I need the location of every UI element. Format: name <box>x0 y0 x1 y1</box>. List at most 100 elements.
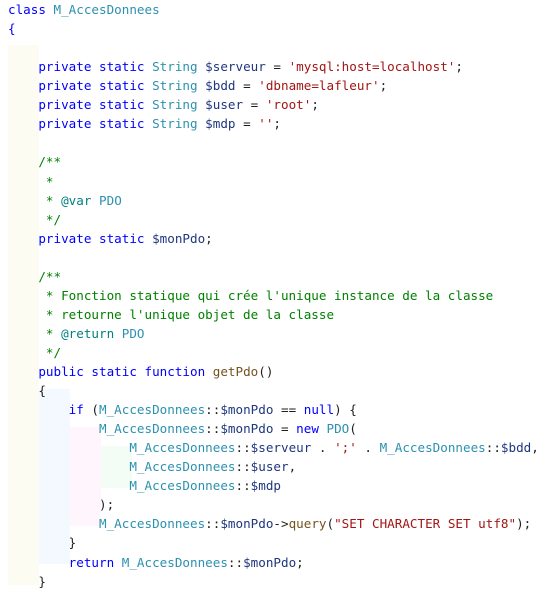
code-line: /** <box>8 152 61 171</box>
code-token: { <box>8 21 16 37</box>
code-token: $bdd <box>500 440 532 456</box>
code-token: :: <box>205 421 221 437</box>
code-token: @return <box>61 325 115 341</box>
code-token: */ <box>38 211 62 227</box>
code-token: :: <box>235 440 251 456</box>
code-token: M_AccesDonnees <box>99 421 206 437</box>
code-token: ; <box>273 116 282 132</box>
code-token: M_AccesDonnees <box>379 440 486 456</box>
code-line: } <box>8 533 77 552</box>
code-line: private static $monPdo; <box>8 229 213 248</box>
code-line: */ <box>8 343 61 362</box>
code-token: private static <box>38 230 153 246</box>
code-token: PDO <box>326 421 350 437</box>
code-token: = <box>273 421 297 437</box>
code-token: = <box>235 116 259 132</box>
code-token: :: <box>227 554 244 570</box>
code-token: = <box>243 97 266 113</box>
code-line: if (M_AccesDonnees::$monPdo == null) { <box>8 400 357 419</box>
code-token: ; <box>296 554 304 570</box>
code-token: */ <box>38 344 62 360</box>
code-line: * retourne l'unique objet de la classe <box>8 305 334 324</box>
code-token: M_AccesDonnees <box>129 478 236 494</box>
code-token: ; <box>379 78 388 94</box>
code-token: '' <box>258 116 274 132</box>
code-token: $user <box>250 459 289 475</box>
code-token: , <box>288 459 297 475</box>
code-token: :: <box>485 440 501 456</box>
code-token: { <box>38 383 46 398</box>
code-token: * <box>38 192 62 208</box>
code-token: ( <box>326 516 335 532</box>
code-token: ';' <box>334 440 357 456</box>
code-token: getPdo <box>212 363 259 379</box>
code-token: ( <box>91 402 100 418</box>
code-token: M_AccesDonnees <box>53 2 160 17</box>
code-editor[interactable]: class M_AccesDonnees { private static Str… <box>0 0 552 594</box>
code-token: * retourne l'unique objet de la classe <box>38 306 335 322</box>
code-token: * <box>38 325 62 341</box>
code-token: if <box>68 402 92 418</box>
code-token: :: <box>205 516 221 532</box>
code-line: M_AccesDonnees::$monPdo = new PDO( <box>8 419 357 438</box>
code-token: PDO <box>99 192 122 208</box>
code-line: private static String $serveur = 'mysql:… <box>8 57 463 76</box>
code-token: M_AccesDonnees <box>129 459 236 475</box>
code-token: PDO <box>121 325 145 341</box>
code-token: $serveur <box>250 440 312 456</box>
code-token: private static <box>38 97 153 113</box>
code-line: * Fonction statique qui crée l'unique in… <box>8 286 493 305</box>
code-token: private static <box>38 116 153 132</box>
code-line: M_AccesDonnees::$serveur . ';' . M_Acces… <box>8 438 539 457</box>
code-token: ; <box>205 230 213 246</box>
code-token: ; <box>311 97 319 113</box>
code-line: */ <box>8 210 61 229</box>
code-token: () <box>258 363 274 379</box>
code-line: * <box>8 172 54 191</box>
code-line: ); <box>8 495 114 514</box>
code-token: . <box>311 440 335 456</box>
code-line: M_AccesDonnees::$mdp <box>8 476 281 495</box>
code-line: M_AccesDonnees::$monPdo->query("SET CHAR… <box>8 514 531 533</box>
code-token: M_AccesDonnees <box>129 440 236 456</box>
code-token: = <box>235 78 259 94</box>
code-token: $monPdo <box>243 554 297 570</box>
code-token: ); <box>516 516 532 532</box>
code-token: private static <box>38 59 153 75</box>
code-token: 'dbname=lafleur' <box>258 78 380 94</box>
code-token: "SET CHARACTER SET utf8" <box>334 516 517 532</box>
code-token: :: <box>235 459 251 475</box>
code-token: 'mysql:host=localhost' <box>288 59 456 75</box>
code-token: String <box>152 59 206 75</box>
code-token: return <box>68 554 122 570</box>
code-line: * @var PDO <box>8 191 122 210</box>
code-token: $monPdo <box>152 230 206 246</box>
code-line: /** <box>8 267 61 286</box>
code-token: @var <box>61 192 92 208</box>
code-token: } <box>68 535 77 551</box>
code-token: :: <box>235 478 251 494</box>
code-token: :: <box>205 402 221 418</box>
code-token: ) { <box>334 402 357 418</box>
code-token: * Fonction statique qui crée l'unique in… <box>38 287 494 303</box>
